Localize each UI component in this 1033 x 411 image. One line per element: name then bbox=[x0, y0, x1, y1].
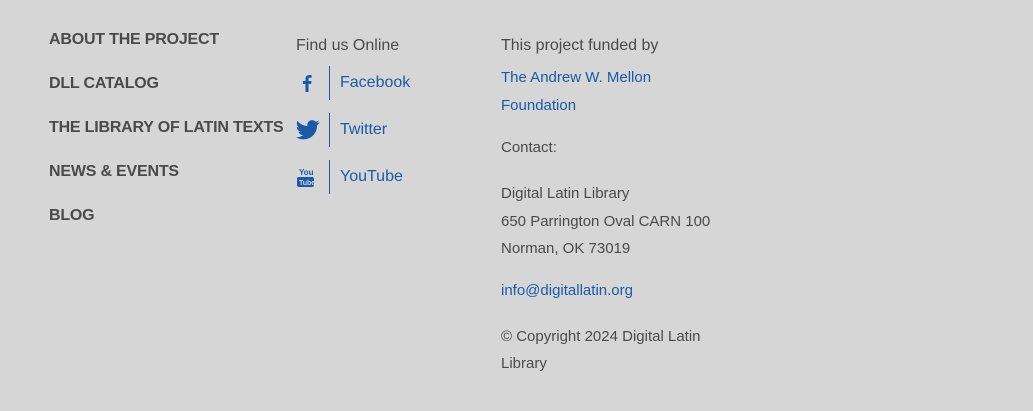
footer-info: This project funded by The Andrew W. Mel… bbox=[501, 34, 741, 378]
facebook-icon[interactable] bbox=[296, 66, 330, 100]
social-links: Find us Online Facebook Twitter You Tube… bbox=[296, 34, 410, 207]
facebook-link[interactable]: Facebook bbox=[330, 71, 410, 95]
mellon-foundation-link[interactable]: The Andrew W. Mellon Foundation bbox=[501, 64, 701, 120]
address-line-1: Digital Latin Library bbox=[501, 185, 630, 202]
svg-text:Tube: Tube bbox=[299, 180, 315, 187]
youtube-link[interactable]: YouTube bbox=[330, 165, 403, 189]
address-line-3: Norman, OK 73019 bbox=[501, 240, 631, 257]
footer-nav: ABOUT THE PROJECT DLL CATALOG THE LIBRAR… bbox=[49, 28, 284, 248]
social-heading: Find us Online bbox=[296, 37, 400, 54]
twitter-icon[interactable] bbox=[296, 113, 330, 147]
nav-link-news-events[interactable]: NEWS & EVENTS bbox=[49, 160, 284, 204]
social-item-twitter[interactable]: Twitter bbox=[296, 113, 410, 147]
contact-label: Contact: bbox=[501, 139, 557, 156]
funded-by-label: This project funded by bbox=[501, 37, 659, 54]
contact-email-link[interactable]: info@digitallatin.org bbox=[501, 279, 741, 303]
site-footer: ABOUT THE PROJECT DLL CATALOG THE LIBRAR… bbox=[0, 0, 1033, 411]
nav-link-blog[interactable]: BLOG bbox=[49, 204, 284, 248]
svg-text:You: You bbox=[299, 168, 314, 177]
twitter-link[interactable]: Twitter bbox=[330, 118, 387, 142]
copyright-text: © Copyright 2024 Digital Latin Library bbox=[501, 327, 701, 373]
social-item-facebook[interactable]: Facebook bbox=[296, 66, 410, 100]
postal-address: Digital Latin Library 650 Parrington Ova… bbox=[501, 180, 741, 263]
youtube-icon[interactable]: You Tube bbox=[296, 160, 330, 194]
nav-link-about[interactable]: ABOUT THE PROJECT bbox=[49, 28, 284, 72]
address-line-2: 650 Parrington Oval CARN 100 bbox=[501, 212, 711, 230]
nav-link-dll-catalog[interactable]: DLL CATALOG bbox=[49, 72, 284, 116]
social-item-youtube[interactable]: You Tube YouTube bbox=[296, 160, 410, 194]
nav-link-library-latin-texts[interactable]: THE LIBRARY OF LATIN TEXTS bbox=[49, 116, 284, 160]
